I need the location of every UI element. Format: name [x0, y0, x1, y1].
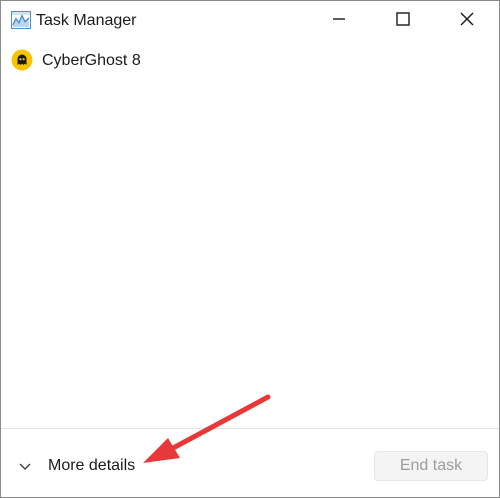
- end-task-button[interactable]: End task: [374, 451, 488, 481]
- title-bar[interactable]: Task Manager: [1, 1, 499, 41]
- task-manager-icon: [11, 11, 31, 29]
- footer-bar: More details End task: [1, 428, 499, 497]
- minimize-button[interactable]: [307, 1, 371, 41]
- maximize-icon: [395, 11, 411, 32]
- chevron-down-icon: [15, 456, 35, 476]
- minimize-icon: [331, 11, 347, 32]
- close-button[interactable]: [435, 1, 499, 41]
- close-icon: [459, 11, 475, 32]
- app-name: CyberGhost 8: [42, 52, 141, 69]
- more-details-label: More details: [48, 457, 136, 474]
- cyberghost-icon: [11, 49, 33, 71]
- app-list: CyberGhost 8: [1, 45, 499, 75]
- more-details-button[interactable]: More details: [15, 454, 135, 478]
- list-item[interactable]: CyberGhost 8: [1, 45, 499, 75]
- maximize-button[interactable]: [371, 1, 435, 41]
- window-title: Task Manager: [36, 12, 137, 29]
- task-manager-window: Task Manager CyberGhost 8 More details E…: [0, 0, 500, 498]
